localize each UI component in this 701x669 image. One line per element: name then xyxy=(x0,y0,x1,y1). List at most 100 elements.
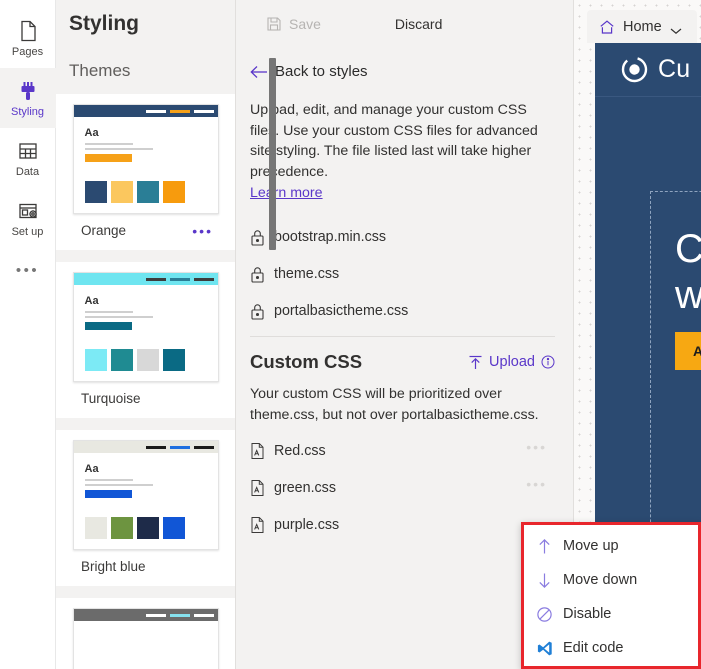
menu-item-move-up[interactable]: Move up xyxy=(524,529,698,563)
sidebar-more-button[interactable]: ••• xyxy=(0,248,56,294)
themes-header: Themes xyxy=(56,47,235,94)
upload-arrow-icon xyxy=(468,355,483,370)
hero-heading: Cre welc xyxy=(675,226,701,318)
sidebar-item-label: Data xyxy=(15,165,40,178)
save-label: Save xyxy=(289,15,321,32)
theme-card-bright-blue[interactable]: Aa Bright blue xyxy=(56,430,235,586)
learn-more-link[interactable]: Learn more xyxy=(250,185,323,201)
file-name: portalbasictheme.css xyxy=(274,303,409,319)
menu-item-disable[interactable]: Disable xyxy=(524,597,698,631)
setup-icon xyxy=(16,199,40,223)
file-name: theme.css xyxy=(274,266,340,282)
command-bar: Save Discard xyxy=(236,0,573,47)
custom-file-row[interactable]: purple.css xyxy=(250,513,555,537)
thumb-swatches xyxy=(84,517,185,539)
table-icon xyxy=(16,139,40,163)
section-divider xyxy=(250,336,555,337)
file-overflow-menu[interactable]: ••• xyxy=(526,477,547,491)
file-context-menu: Move up Move down Disable Edit code xyxy=(521,522,701,669)
system-file-row[interactable]: portalbasictheme.css xyxy=(250,299,555,323)
theme-label: Orange xyxy=(81,223,127,238)
sidebar-item-label: Set up xyxy=(11,225,44,238)
lock-icon xyxy=(250,266,265,283)
arrow-left-icon xyxy=(250,65,267,79)
custom-file-row[interactable]: green.css ••• xyxy=(250,476,555,500)
thumb-body: Aa xyxy=(74,117,218,162)
theme-thumbnail: Aa xyxy=(72,104,219,214)
back-label: Back to styles xyxy=(275,63,368,80)
theme-thumbnail: Aa xyxy=(72,272,219,382)
thumb-navbar xyxy=(73,273,218,285)
sidebar-item-data[interactable]: Data xyxy=(0,128,56,188)
sidebar-item-styling[interactable]: Styling xyxy=(0,68,56,128)
thumb-swatches xyxy=(84,181,185,203)
upload-button[interactable]: Upload xyxy=(468,354,555,370)
thumb-navbar xyxy=(73,609,218,621)
menu-item-move-down[interactable]: Move down xyxy=(524,563,698,597)
theme-card-partial[interactable] xyxy=(56,598,235,669)
section-title: Custom CSS xyxy=(250,351,363,372)
css-file-icon xyxy=(250,479,265,497)
list-divider xyxy=(56,586,235,598)
theme-label: Turquoise xyxy=(81,391,141,406)
discard-label: Discard xyxy=(394,15,443,32)
css-file-icon xyxy=(250,516,265,534)
thumb-sample-text: Aa xyxy=(84,463,99,475)
custom-file-row[interactable]: Red.css ••• xyxy=(250,439,555,463)
system-file-row[interactable]: bootstrap.min.css xyxy=(250,225,555,249)
menu-item-edit-code[interactable]: Edit code xyxy=(524,631,698,665)
theme-card-turquoise[interactable]: Aa Turquoise xyxy=(56,262,235,418)
file-name: Red.css xyxy=(274,443,326,459)
arrow-up-icon xyxy=(536,538,553,555)
site-logo-icon xyxy=(621,56,648,83)
site-name: Cu xyxy=(658,55,691,83)
panel-description: Upload, edit, and manage your custom CSS… xyxy=(250,102,538,180)
menu-item-label: Move up xyxy=(563,538,619,554)
theme-card-orange[interactable]: Aa Orange ••• xyxy=(56,94,235,250)
info-icon[interactable] xyxy=(541,355,555,369)
vscode-icon xyxy=(536,640,553,657)
thumb-navbar xyxy=(73,441,218,453)
block-icon xyxy=(536,606,553,623)
left-nav-rail: Pages Styling Data Set up ••• xyxy=(0,0,56,669)
menu-item-label: Edit code xyxy=(563,640,624,656)
page-selector[interactable]: Home xyxy=(587,10,697,43)
theme-overflow-menu[interactable]: ••• xyxy=(192,224,213,238)
chevron-down-icon xyxy=(670,23,682,34)
thumb-body: Aa xyxy=(74,453,218,498)
paintbrush-icon xyxy=(16,79,40,103)
file-overflow-menu[interactable]: ••• xyxy=(526,440,547,454)
menu-item-label: Move down xyxy=(563,572,638,588)
sidebar-item-label: Styling xyxy=(10,105,45,118)
file-name: bootstrap.min.css xyxy=(274,229,387,245)
home-icon xyxy=(599,19,615,35)
lock-icon xyxy=(250,303,265,320)
thumb-swatches xyxy=(84,349,185,371)
save-icon xyxy=(266,16,282,32)
upload-label: Upload xyxy=(489,354,535,370)
page-selector-label: Home xyxy=(623,18,662,35)
theme-label: Bright blue xyxy=(81,559,146,574)
custom-css-note: Your custom CSS will be prioritized over… xyxy=(250,386,539,423)
arrow-down-icon xyxy=(536,572,553,589)
thumb-sample-text: Aa xyxy=(84,127,99,139)
styling-panel: Styling Themes Aa Orange ••• Aa Turquois… xyxy=(56,0,276,669)
menu-item-label: Disable xyxy=(563,606,612,622)
list-divider xyxy=(56,250,235,262)
sidebar-more-label: ••• xyxy=(15,262,40,279)
themes-scrollbar[interactable] xyxy=(269,58,276,250)
system-file-row[interactable]: theme.css xyxy=(250,262,555,286)
file-name: purple.css xyxy=(274,517,340,533)
discard-button[interactable]: Discard xyxy=(383,10,454,38)
thumb-body: Aa xyxy=(74,285,218,330)
back-to-styles-link[interactable]: Back to styles xyxy=(250,63,555,80)
lock-icon xyxy=(250,229,265,246)
hero-cta-button[interactable]: Add a xyxy=(675,332,701,370)
panel-body: Back to styles Upload, edit, and manage … xyxy=(236,47,573,537)
save-button[interactable]: Save xyxy=(254,10,333,38)
thumb-sample-text: Aa xyxy=(84,295,99,307)
thumb-navbar xyxy=(73,105,218,117)
sidebar-item-setup[interactable]: Set up xyxy=(0,188,56,248)
sidebar-item-pages[interactable]: Pages xyxy=(0,8,56,68)
list-divider xyxy=(56,418,235,430)
